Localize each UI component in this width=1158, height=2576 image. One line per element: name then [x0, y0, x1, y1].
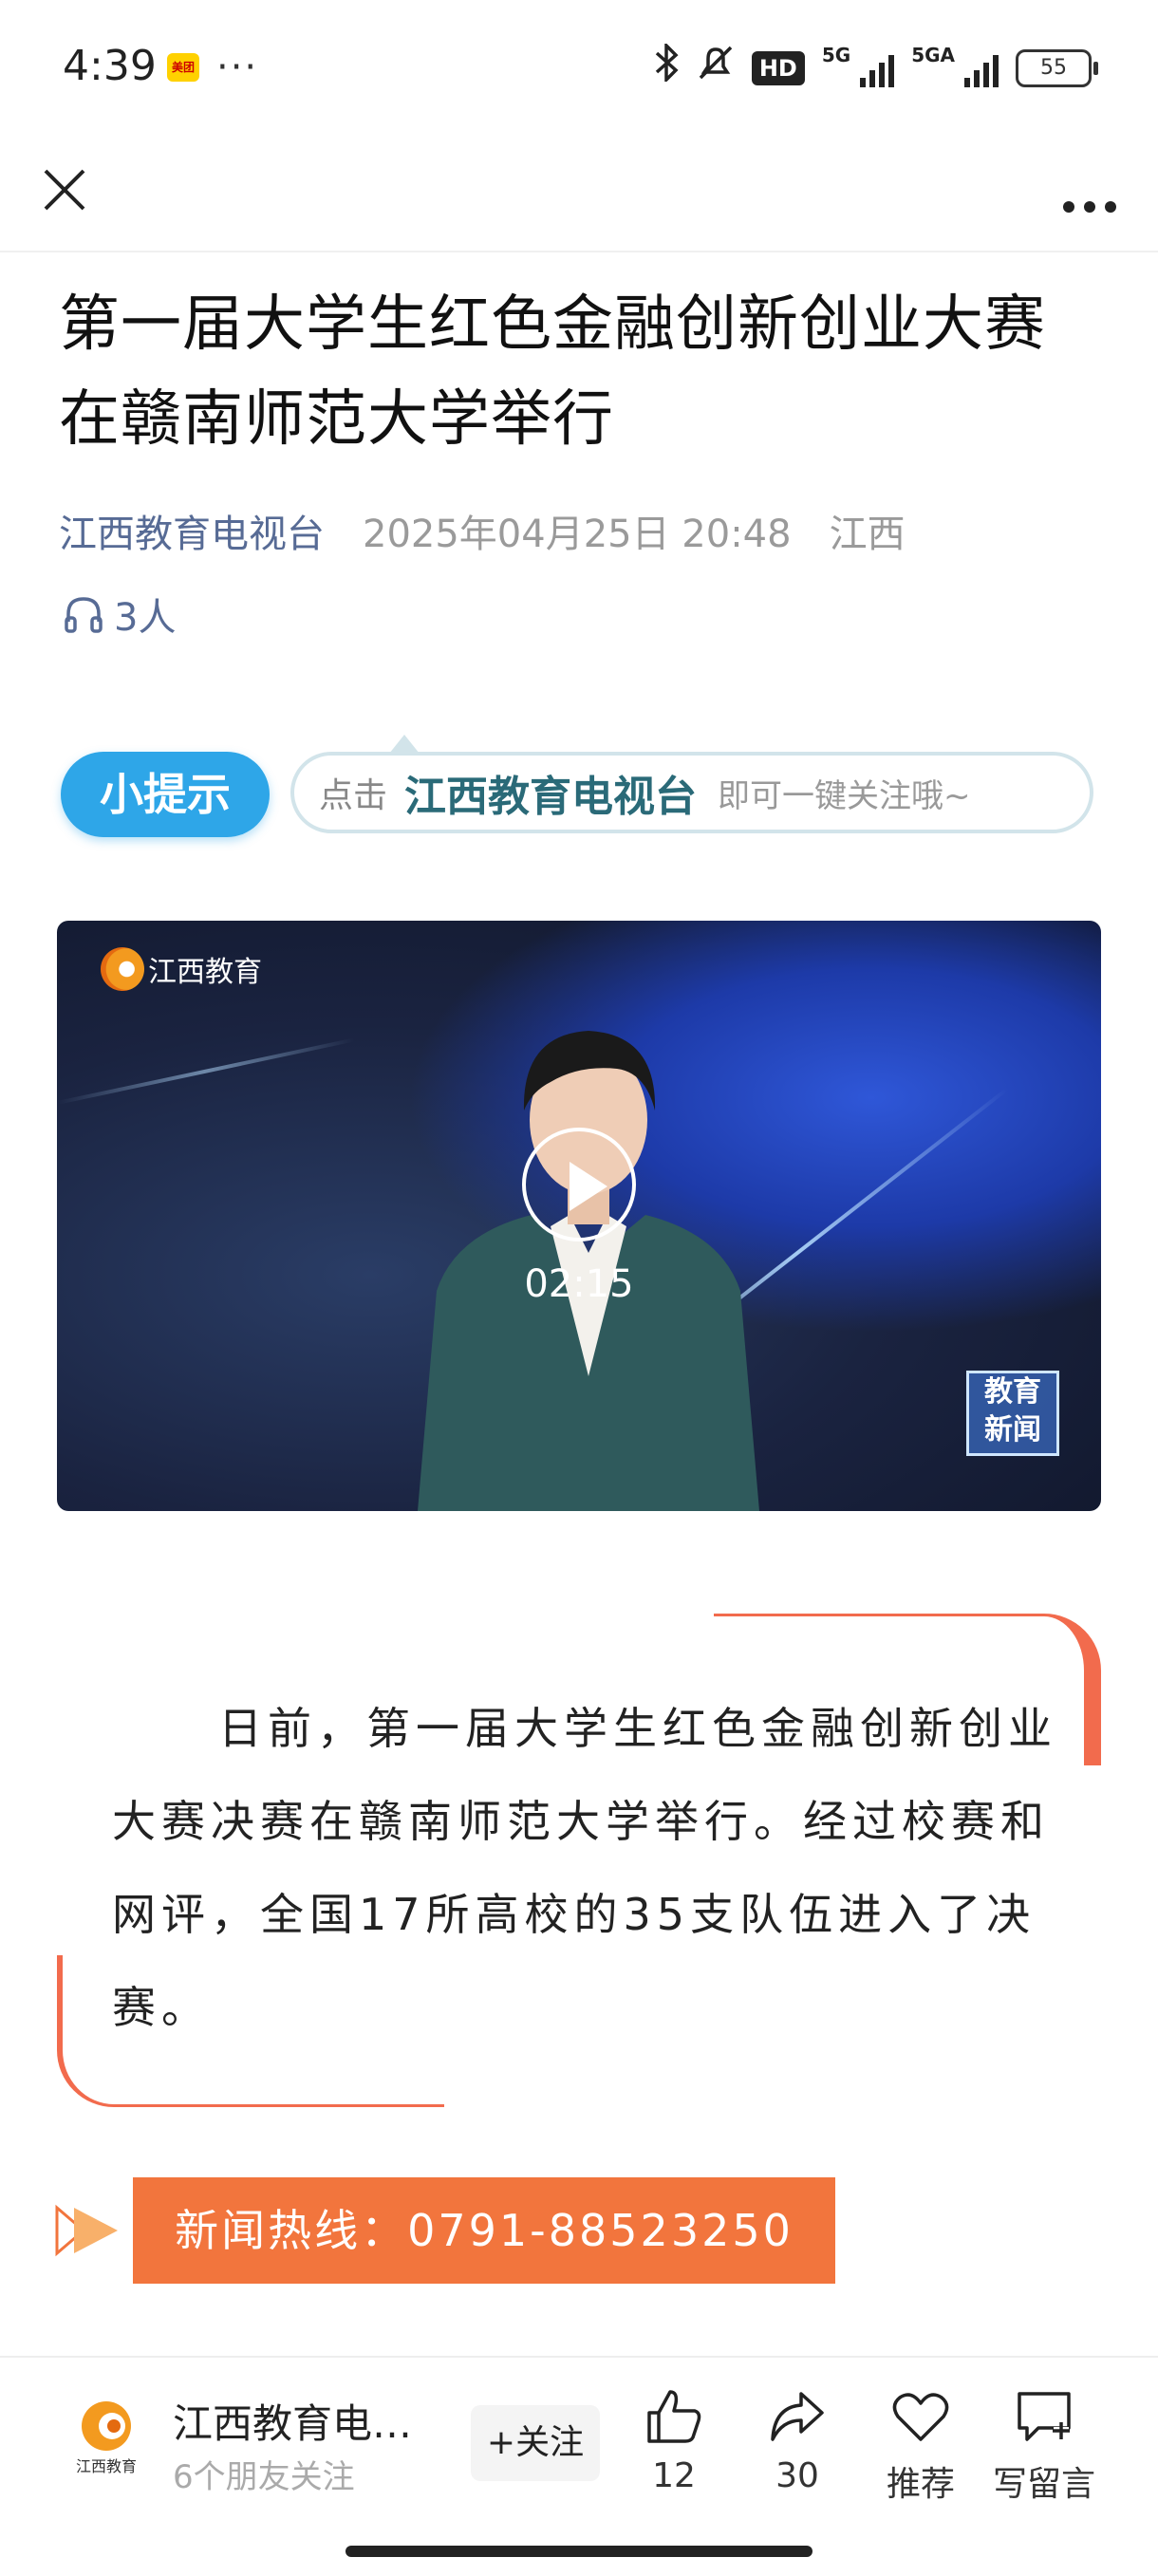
- presenter-image: [418, 1031, 759, 1511]
- article-title: 第一届大学生红色金融创新创业大赛在赣南师范大学举行: [59, 289, 1046, 455]
- share-arrow-icon: [771, 2392, 824, 2441]
- headphones-icon: [65, 597, 103, 633]
- mute-bell-icon: [697, 44, 735, 93]
- play-arrow-icon: [55, 2204, 118, 2257]
- status-time: 4:39: [63, 42, 157, 90]
- heart-icon: [892, 2393, 949, 2441]
- more-options-button[interactable]: [1055, 159, 1124, 220]
- hd-voice-badge: HD: [751, 51, 805, 85]
- comment-label: 写留言: [992, 2465, 1095, 2504]
- video-player[interactable]: 江西教育 教育 新闻 02:15: [57, 921, 1101, 1511]
- status-bar: 4:39 美团 ··· HD 5G 5GA 55: [0, 0, 1158, 133]
- tip-suffix: 即可一键关注哦~: [718, 776, 971, 815]
- tip-account-name: 江西教育电视台: [404, 773, 698, 821]
- network-type-2: 5GA: [911, 44, 955, 66]
- play-button[interactable]: [522, 1128, 636, 1241]
- news-badge-line1: 教育: [984, 1375, 1041, 1409]
- share-button[interactable]: 30: [740, 2386, 854, 2495]
- bottom-action-bar: 江西教育 江西教育电… 6个朋友关注 +关注 12 30 推荐 写留言: [0, 2356, 1158, 2576]
- more-notifications-icon: ···: [216, 46, 259, 89]
- account-logo-icon: 江西教育: [76, 2401, 137, 2475]
- recommend-button[interactable]: 推荐: [864, 2386, 978, 2506]
- signal-icon-1: [860, 49, 895, 87]
- status-icons: HD 5G 5GA 55: [655, 41, 1098, 93]
- like-button[interactable]: 12: [617, 2386, 731, 2495]
- channel-logo-icon: [101, 947, 144, 991]
- meituan-app-icon: 美团: [167, 53, 199, 82]
- article-meta: 江西教育电视台 2025年04月25日 20:48 江西: [59, 503, 906, 558]
- nav-bar: [0, 133, 1158, 252]
- listen-count[interactable]: 3人: [63, 587, 176, 642]
- listener-count: 3人: [114, 596, 177, 640]
- video-duration: 02:15: [524, 1262, 634, 1306]
- article-paragraph: 日前，第一届大学生红色金融创新创业大赛决赛在赣南师范大学举行。经过校赛和网评，全…: [112, 1703, 1057, 2033]
- thumbs-up-icon: [647, 2390, 701, 2443]
- comment-add-icon: [1018, 2392, 1071, 2441]
- close-button[interactable]: [34, 159, 95, 220]
- more-dots-icon: [1063, 201, 1116, 213]
- bluetooth-icon: [655, 41, 680, 93]
- article-region: 江西: [829, 513, 906, 556]
- comment-button[interactable]: 写留言: [987, 2386, 1101, 2506]
- signal-icon-2: [964, 49, 999, 87]
- article-date: 2025年04月25日 20:48: [363, 513, 792, 556]
- account-logo-text: 江西教育: [76, 2457, 137, 2475]
- recommend-label: 推荐: [886, 2465, 955, 2504]
- news-hotline-banner: 新闻热线：0791-88523250: [133, 2177, 835, 2284]
- news-badge-line2: 新闻: [984, 1413, 1041, 1447]
- share-count: 30: [775, 2456, 819, 2495]
- channel-logo: 江西教育: [101, 947, 262, 991]
- tip-label: 小提示: [61, 752, 270, 837]
- account-name[interactable]: 江西教育电…: [173, 2392, 412, 2450]
- close-icon: [44, 169, 85, 211]
- follow-button[interactable]: +关注: [471, 2405, 600, 2481]
- home-indicator[interactable]: [346, 2546, 812, 2557]
- news-badge: 教育 新闻: [966, 1371, 1059, 1456]
- tip-bubble: 点击 江西教育电视台 即可一键关注哦~: [290, 735, 1093, 833]
- article-quote-block: 日前，第一届大学生红色金融创新创业大赛决赛在赣南师范大学举行。经过校赛和网评，全…: [57, 1614, 1101, 2107]
- tip-prefix: 点击: [319, 776, 388, 815]
- network-type-1: 5G: [821, 44, 851, 66]
- follow-tip-banner[interactable]: 小提示 点击 江西教育电视台 即可一键关注哦~: [57, 731, 1101, 845]
- article-source-link[interactable]: 江西教育电视台: [59, 503, 325, 558]
- battery-icon: 55: [1016, 49, 1098, 87]
- account-avatar[interactable]: 江西教育: [66, 2396, 146, 2475]
- channel-name: 江西教育: [148, 956, 262, 989]
- friends-following: 6个朋友关注: [173, 2458, 355, 2496]
- like-count: 12: [652, 2456, 696, 2495]
